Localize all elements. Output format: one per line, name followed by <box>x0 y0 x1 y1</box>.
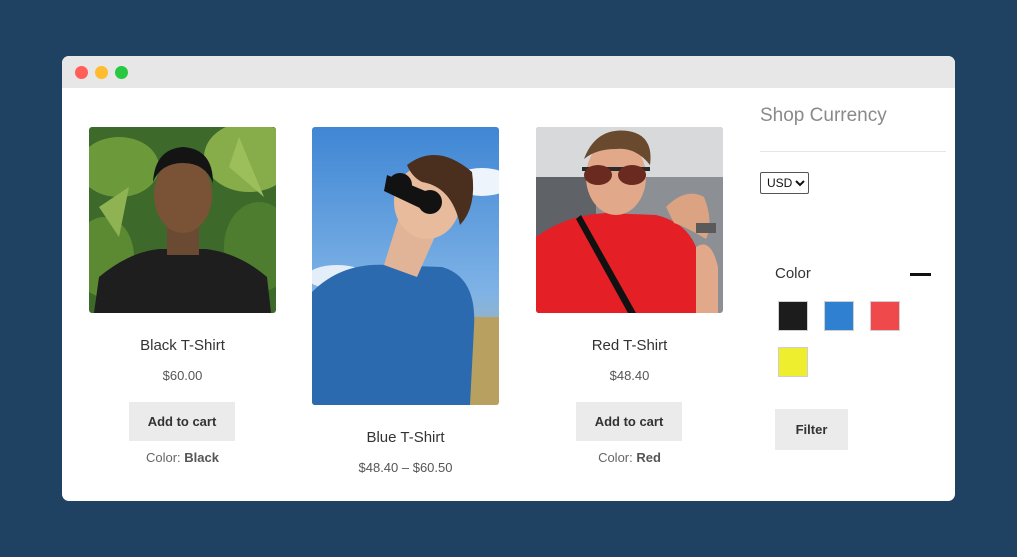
color-swatch-yellow[interactable] <box>778 347 808 377</box>
color-swatch-black[interactable] <box>778 301 808 331</box>
shop-currency-title: Shop Currency <box>760 105 887 126</box>
currency-select[interactable]: USD <box>760 172 809 194</box>
window-titlebar <box>62 56 955 88</box>
color-attribute-value: Red <box>636 450 661 465</box>
product-title[interactable]: Red T-Shirt <box>536 337 723 354</box>
color-filter-heading: Color <box>775 265 811 282</box>
add-to-cart-button[interactable]: Add to cart <box>576 402 682 441</box>
product-image-black-tshirt[interactable] <box>89 127 276 313</box>
product-image-blue-tshirt[interactable] <box>312 127 499 405</box>
maximize-window-button[interactable] <box>115 66 128 79</box>
product-color-attribute: Color: Red <box>536 450 723 465</box>
product-color-attribute: Color: Black <box>89 450 276 465</box>
minimize-window-button[interactable] <box>95 66 108 79</box>
color-attribute-label: Color: <box>598 450 633 465</box>
sidebar-divider <box>760 151 946 152</box>
product-image-red-tshirt[interactable] <box>536 127 723 313</box>
color-swatch-red[interactable] <box>870 301 900 331</box>
product-title[interactable]: Black T-Shirt <box>89 337 276 354</box>
product-price: $60.00 <box>162 368 203 383</box>
product-card-blue-tshirt: Blue T-Shirt $48.40 – $60.50 <box>312 127 499 477</box>
product-title[interactable]: Blue T-Shirt <box>312 429 499 446</box>
color-swatch-blue[interactable] <box>824 301 854 331</box>
close-window-button[interactable] <box>75 66 88 79</box>
product-price: $48.40 <box>609 368 650 383</box>
collapse-icon[interactable] <box>910 265 932 285</box>
color-attribute-value: Black <box>184 450 219 465</box>
product-card-red-tshirt: Red T-Shirt $48.40 Add to cart Color: Re… <box>536 127 723 467</box>
product-price: $48.40 – $60.50 <box>358 460 453 475</box>
add-to-cart-button[interactable]: Add to cart <box>129 402 235 441</box>
browser-window: Black T-Shirt $60.00 Add to cart Color: … <box>62 56 955 501</box>
color-attribute-label: Color: <box>145 450 181 465</box>
filter-button[interactable]: Filter <box>775 409 848 450</box>
product-card-black-tshirt: Black T-Shirt $60.00 Add to cart Color: … <box>89 127 276 467</box>
